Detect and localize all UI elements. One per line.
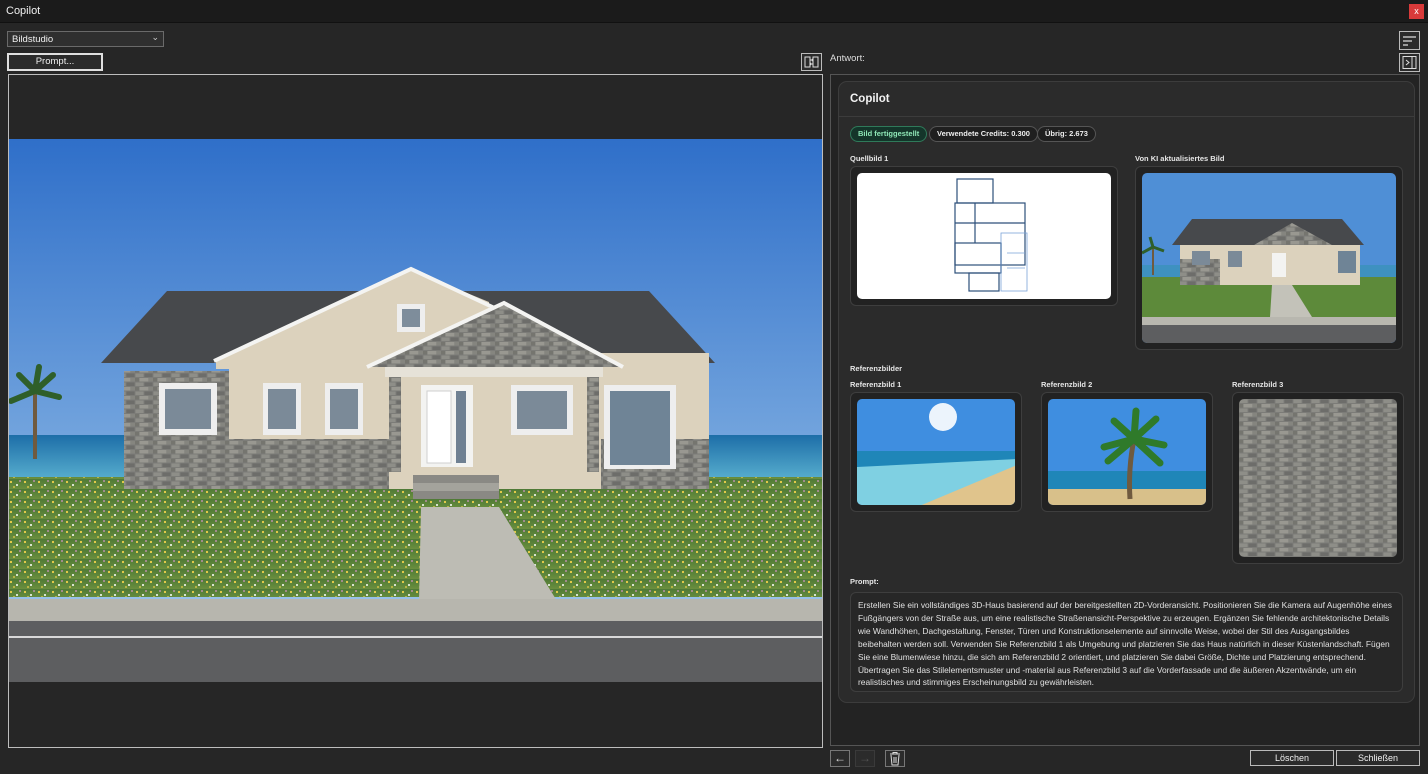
arrow-left-icon: ← bbox=[834, 751, 846, 765]
prompt-button[interactable]: Prompt... bbox=[7, 53, 103, 71]
close-icon[interactable]: x bbox=[1409, 4, 1424, 19]
reference-label-1: Referenzbild 1 bbox=[850, 380, 902, 389]
collapse-panel-icon bbox=[1402, 56, 1417, 69]
reference-image-2[interactable] bbox=[1041, 392, 1213, 512]
reference-label-3: Referenzbild 3 bbox=[1232, 380, 1284, 389]
window-title: Copilot bbox=[6, 5, 41, 17]
swap-panels-icon bbox=[804, 56, 819, 68]
card-title: Copilot bbox=[850, 93, 890, 105]
trash-icon bbox=[890, 752, 900, 766]
back-button[interactable]: ← bbox=[830, 750, 850, 767]
sort-button[interactable] bbox=[1399, 31, 1420, 50]
palm-thumbnail bbox=[1048, 399, 1206, 505]
prompt-heading: Prompt: bbox=[850, 577, 879, 586]
remaining-badge: Übrig: 2.673 bbox=[1037, 126, 1096, 142]
rendered-house-image bbox=[9, 139, 822, 682]
mode-dropdown[interactable]: Bildstudio ⌄ bbox=[7, 31, 164, 47]
floor-plan-thumbnail bbox=[857, 173, 1111, 299]
swap-panels-button[interactable] bbox=[801, 53, 822, 71]
sort-lines-icon bbox=[1403, 36, 1416, 46]
card-divider bbox=[839, 116, 1414, 117]
updated-image-box[interactable] bbox=[1135, 166, 1403, 350]
reference-label-2: Referenzbild 2 bbox=[1041, 380, 1093, 389]
beach-thumbnail bbox=[857, 399, 1015, 505]
reference-image-3[interactable] bbox=[1232, 392, 1404, 564]
source-image-box[interactable] bbox=[850, 166, 1118, 306]
arrow-right-icon: → bbox=[859, 751, 871, 765]
prompt-text: Erstellen Sie ein vollständiges 3D-Haus … bbox=[850, 592, 1403, 692]
updated-house-thumbnail bbox=[1142, 173, 1396, 343]
forward-button[interactable]: → bbox=[855, 750, 875, 767]
copilot-card: Copilot Bild fertiggestellt Verwendete C… bbox=[838, 81, 1415, 703]
chevron-down-icon: ⌄ bbox=[151, 32, 159, 42]
stone-wall-thumbnail bbox=[1239, 399, 1397, 557]
close-button[interactable]: Schließen bbox=[1336, 750, 1420, 766]
collapse-panel-button[interactable] bbox=[1399, 53, 1420, 72]
title-bar: Copilot x bbox=[0, 0, 1428, 23]
references-heading: Referenzbilder bbox=[850, 364, 903, 373]
answer-label: Antwort: bbox=[830, 53, 865, 64]
mode-dropdown-value: Bildstudio bbox=[12, 34, 54, 45]
trash-button[interactable] bbox=[885, 750, 905, 767]
main-image-frame bbox=[8, 74, 823, 748]
delete-button[interactable]: Löschen bbox=[1250, 750, 1334, 766]
status-badge: Bild fertiggestellt bbox=[850, 126, 928, 142]
source-image-label: Quellbild 1 bbox=[850, 154, 889, 163]
updated-image-label: Von KI aktualisiertes Bild bbox=[1135, 154, 1225, 163]
credits-badge: Verwendete Credits: 0.300 bbox=[929, 126, 1038, 142]
answer-panel: Copilot Bild fertiggestellt Verwendete C… bbox=[830, 74, 1420, 746]
reference-image-1[interactable] bbox=[850, 392, 1022, 512]
